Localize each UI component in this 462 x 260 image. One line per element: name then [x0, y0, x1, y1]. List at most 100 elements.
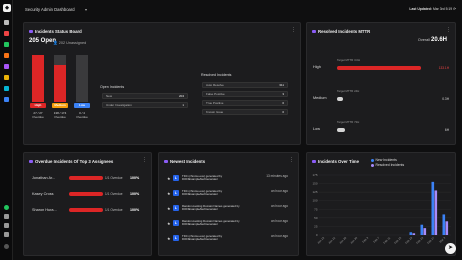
incident-name: Random-looking Domain Names generated by… — [182, 218, 240, 226]
mttr-value-high: 133.1H — [438, 66, 449, 70]
overall-label: Overall — [417, 38, 430, 42]
settings-icon[interactable] — [4, 214, 9, 219]
incident-row[interactable]: ★ L TDC (chrome.exe) generated by DOFIEx… — [167, 189, 294, 201]
open-row-under-investigation[interactable]: Under Investigation 1 — [102, 102, 188, 108]
star-icon[interactable]: ★ — [167, 176, 171, 181]
open-row-new[interactable]: New 204 — [102, 93, 188, 99]
row-value: 3 — [282, 92, 284, 96]
globe-icon[interactable] — [4, 97, 9, 102]
mttr-card: Resolved Incidents MTTR ⋮ Overall 20.6H … — [306, 22, 456, 145]
widget-icon — [312, 29, 316, 33]
overdue-bar — [69, 192, 103, 196]
y-tick-label: 125 — [312, 190, 317, 194]
mttr-label-high: High — [313, 65, 321, 69]
resolved-row-true-positive[interactable]: True Positive 0 — [202, 100, 288, 106]
severity-pill-high[interactable]: High — [30, 103, 46, 108]
status-icon[interactable] — [4, 205, 9, 210]
bar-resolved[interactable] — [412, 233, 416, 235]
low-severity-bar[interactable] — [76, 55, 88, 102]
resolved-row-known-issue[interactable]: Known Issue 0 — [202, 109, 288, 115]
bar-new[interactable] — [431, 181, 435, 235]
incident-time: an hour ago — [270, 189, 288, 193]
card-title: Overdue Incidents Of Top 3 Assignees — [35, 159, 114, 164]
high-severity-bar[interactable] — [32, 55, 44, 102]
incident-name: TDC (chrome.exe) generated by DOFIExampl… — [182, 173, 223, 181]
assignee-name: Jonathan Ar... — [32, 176, 56, 180]
user-avatar[interactable] — [4, 244, 9, 249]
overdue-percent: 100% — [130, 208, 140, 212]
star-icon[interactable]: ★ — [167, 236, 171, 241]
overdue-row[interactable]: Jonathan Ar... 1/1 Overdue 100% — [28, 175, 141, 182]
shield-icon[interactable] — [4, 64, 9, 69]
refresh-icon[interactable]: ⟳ — [453, 7, 456, 11]
overdue-incidents-card: Overdue Incidents Of Top 3 Assignees ⋮ J… — [23, 152, 152, 256]
resolved-row-false-positive[interactable]: False Positive 3 — [202, 91, 288, 97]
x-tick-label: Jan 22 — [327, 236, 336, 245]
newest-incidents-card: Newest Incidents ⋮ ★ L TDC (chrome.exe) … — [158, 152, 299, 256]
incident-row[interactable]: ★ L TDC (chrome.exe) generated by DOFIEx… — [167, 174, 294, 186]
mttr-label-low: Low — [313, 127, 320, 131]
overall-value: 20.6H — [430, 37, 447, 43]
incident-row[interactable]: ★ L TDC (chrome.exe) generated by DOFIEx… — [167, 234, 294, 246]
severity-icon: L — [173, 205, 179, 211]
resolved-row-auto-resolve[interactable]: Auto Resolve 311 — [202, 82, 288, 88]
more-options-icon[interactable]: ⋮ — [289, 157, 294, 163]
overdue-ratio: 1/1 Overdue — [105, 208, 123, 212]
cloud-icon[interactable] — [4, 86, 9, 91]
row-value: 0 — [282, 101, 284, 105]
star-icon[interactable]: ★ — [167, 206, 171, 211]
alert-icon[interactable] — [4, 53, 9, 58]
incident-row[interactable]: ★ L Random-looking Domain Names generate… — [167, 204, 294, 216]
bar-resolved[interactable] — [445, 221, 449, 235]
medium-severity-bar[interactable] — [54, 55, 66, 102]
assistant-button[interactable]: ➤ — [445, 243, 456, 254]
row-value: 0 — [282, 110, 284, 114]
row-label: False Positive — [206, 92, 225, 96]
overdue-row[interactable]: Sharon Hura... 1/1 Overdue 100% — [28, 207, 141, 214]
overdue-percent: 100% — [130, 176, 140, 180]
bar-new[interactable] — [442, 214, 446, 235]
legend-resolved[interactable]: Resolved Incidents — [371, 163, 404, 167]
star-icon[interactable]: ★ — [167, 191, 171, 196]
more-options-icon[interactable]: ⋮ — [142, 157, 147, 163]
last-updated: Last Updated: Mar 3rd 5:19 ⟳ — [409, 7, 456, 11]
last-updated-label: Last Updated: — [409, 7, 433, 11]
mttr-label-medium: Medium — [313, 96, 327, 100]
mttr-bar-medium[interactable] — [337, 97, 421, 101]
x-tick-label: Jan 30 — [349, 236, 358, 245]
dashboard-select[interactable]: Security Admin Dashboard ▾ — [25, 6, 87, 13]
app-logo-icon[interactable]: ◆ — [3, 4, 11, 12]
incident-row[interactable]: ★ L Random-looking Domain Names generate… — [167, 219, 294, 231]
flame-icon[interactable] — [4, 31, 9, 36]
mttr-value-medium: 0.3H — [442, 97, 449, 101]
home-icon[interactable] — [4, 20, 9, 25]
x-tick-label: Feb 23 — [415, 236, 424, 245]
legend-new[interactable]: New Incidents — [371, 158, 397, 162]
incidents-over-time-card: Incidents Over Time New Incidents Resolv… — [306, 152, 456, 256]
bug-icon[interactable] — [4, 75, 9, 80]
mttr-bar-high[interactable] — [337, 66, 421, 70]
bar-resolved[interactable] — [423, 228, 427, 235]
target-low: Target MTTR 72H — [337, 120, 360, 124]
bar-resolved[interactable] — [434, 190, 438, 235]
severity-sub-medium: Overdue — [54, 115, 66, 119]
severity-pill-medium[interactable]: Medium — [52, 103, 68, 108]
x-tick-label: Feb 7 — [372, 236, 380, 244]
mttr-bar-low[interactable] — [337, 128, 421, 132]
help-icon[interactable] — [4, 223, 9, 228]
widget-icon — [29, 159, 33, 163]
more-options-icon[interactable]: ⋮ — [446, 27, 451, 33]
more-options-icon[interactable]: ⋮ — [291, 27, 296, 33]
dashboard-icon[interactable] — [4, 42, 9, 47]
target-medium: Target MTTR 24H — [337, 89, 360, 93]
dashboard-select-value: Security Admin Dashboard — [25, 7, 75, 12]
overdue-row[interactable]: Kasey Cross 1/1 Overdue 100% — [28, 191, 141, 198]
bar-new[interactable] — [409, 232, 413, 235]
star-icon[interactable]: ★ — [167, 221, 171, 226]
bar-new[interactable] — [420, 224, 424, 235]
severity-pill-low[interactable]: Low — [74, 103, 90, 108]
incidents-status-board-card: Incidents Status Board ⋮ 205 Open 👤 202 … — [23, 22, 301, 145]
notifications-icon[interactable] — [4, 232, 9, 237]
y-tick-label: 75 — [314, 207, 318, 211]
legend-label: New Incidents — [375, 158, 397, 162]
